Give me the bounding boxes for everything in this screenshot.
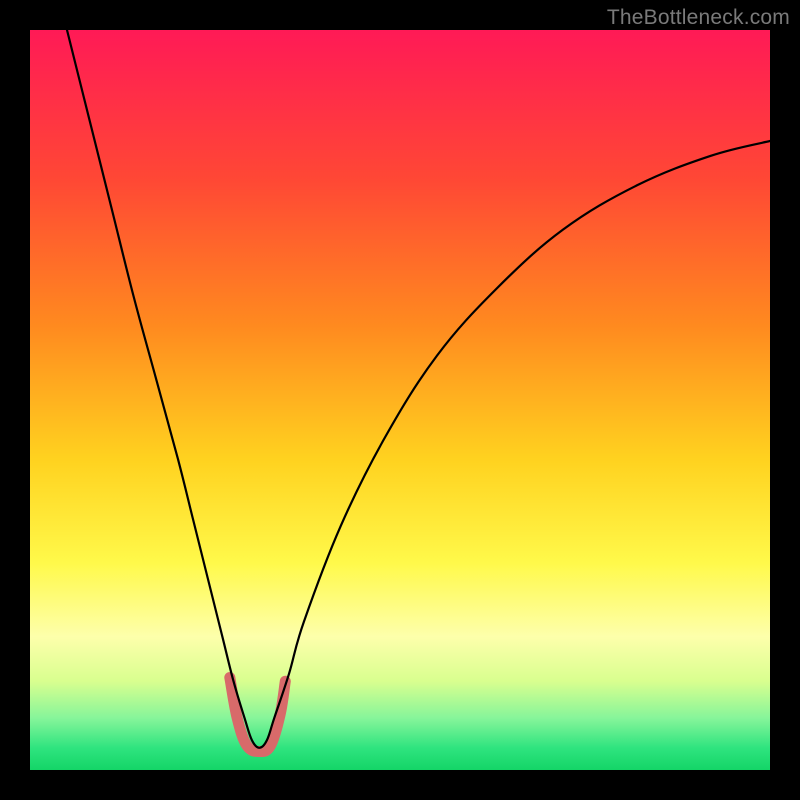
chart-svg bbox=[30, 30, 770, 770]
watermark-text: TheBottleneck.com bbox=[607, 6, 790, 30]
chart-stage: TheBottleneck.com bbox=[0, 0, 800, 800]
plot-area bbox=[30, 30, 770, 770]
gradient-background bbox=[30, 30, 770, 770]
